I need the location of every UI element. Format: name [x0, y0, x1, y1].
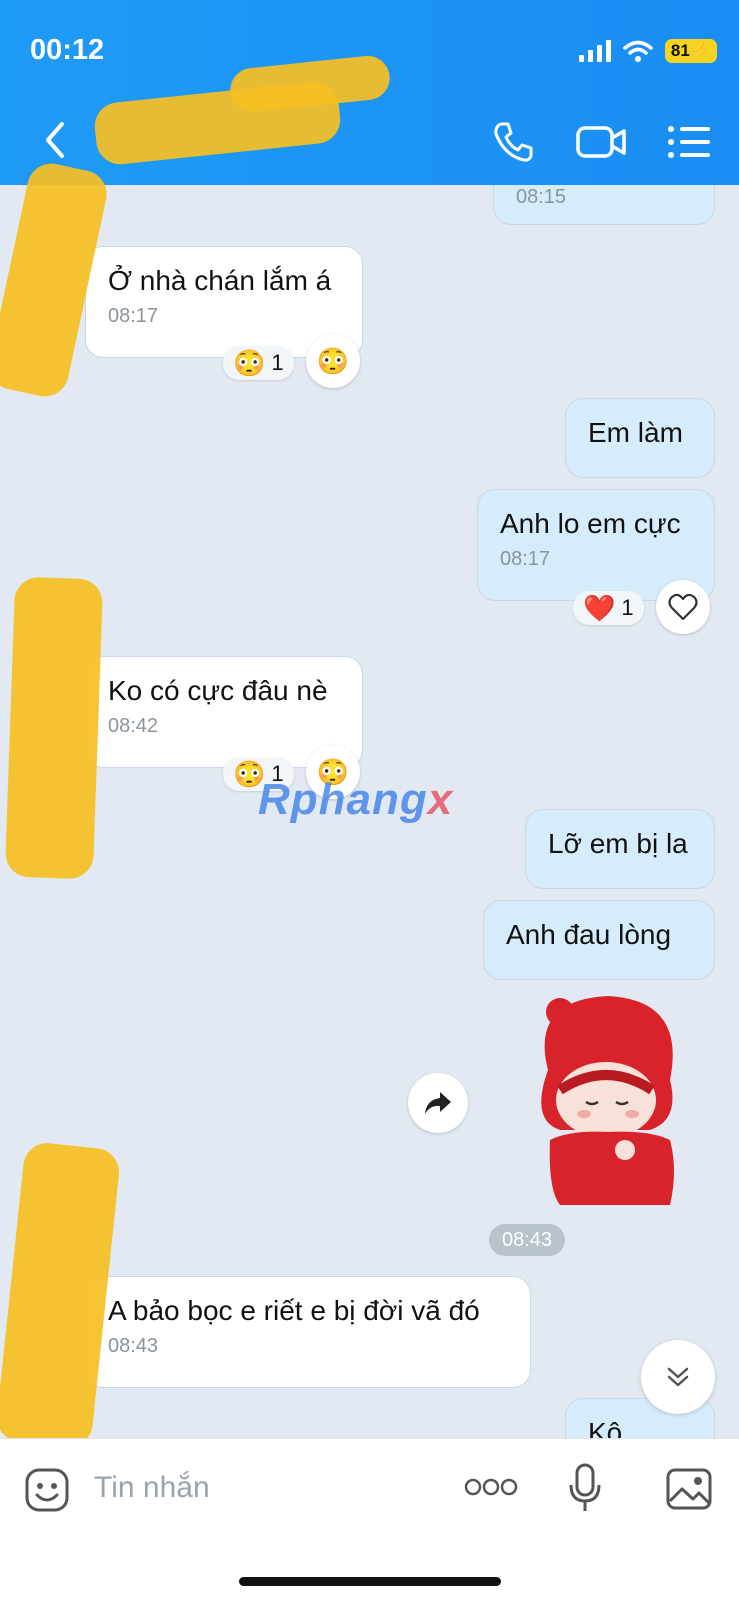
more-icon[interactable]	[464, 1477, 518, 1497]
share-button[interactable]	[408, 1073, 468, 1133]
message-text: Anh đau lòng	[506, 919, 672, 950]
message-text: Kô	[588, 1417, 623, 1438]
watermark-logo: Rphangx	[258, 775, 453, 825]
message-text: Lỡ em bị la	[548, 828, 688, 859]
phone-icon[interactable]	[491, 120, 535, 164]
reaction-summary[interactable]: ❤️ 1	[573, 591, 644, 625]
message-bubble-partial[interactable]: 08:15	[493, 185, 715, 225]
reaction-summary[interactable]: 😳 1	[223, 346, 294, 380]
microphone-icon[interactable]	[568, 1463, 602, 1513]
message-time: 08:15	[516, 186, 567, 208]
back-icon	[46, 122, 64, 158]
message-text: A bảo bọc e riết e bị đời vã đó	[108, 1295, 480, 1326]
reaction-count: 1	[271, 350, 284, 375]
battery-badge: 81⚡	[664, 39, 717, 63]
menu-list-icon[interactable]	[667, 124, 711, 160]
message-composer: Tin nhắn	[0, 1438, 739, 1601]
hooded-girl-sticker-icon	[541, 996, 674, 1205]
status-icons: 81⚡	[567, 38, 717, 64]
header-actions	[491, 120, 711, 164]
message-bubble-outgoing[interactable]: Em làm	[565, 398, 715, 478]
message-bubble-outgoing[interactable]: Anh đau lòng	[483, 900, 715, 980]
sticker-time-badge: 08:43	[489, 1224, 565, 1256]
message-bubble-outgoing[interactable]: Lỡ em bị la	[525, 809, 715, 889]
image-icon[interactable]	[665, 1467, 713, 1511]
scroll-to-bottom-button[interactable]	[641, 1340, 715, 1414]
react-button[interactable]: 😳	[306, 334, 360, 388]
message-text: Ko có cực đâu nè	[108, 675, 328, 706]
redaction-mark	[4, 576, 104, 880]
signal-icon	[578, 40, 611, 62]
message-time: 08:43	[108, 1335, 159, 1357]
video-call-icon[interactable]	[575, 122, 627, 162]
heart-emoji-icon: ❤️	[583, 593, 616, 623]
message-text: Ở nhà chán lắm á	[108, 265, 332, 296]
message-text: Em làm	[588, 417, 683, 448]
wifi-icon	[623, 40, 653, 62]
home-indicator	[239, 1577, 501, 1586]
message-time: 08:42	[108, 715, 159, 737]
status-time: 00:12	[30, 34, 105, 66]
sticker-image[interactable]	[520, 990, 695, 1220]
heart-outline-icon	[668, 593, 698, 621]
scroll-down-icon	[667, 1367, 689, 1387]
message-time: 08:17	[108, 305, 159, 327]
battery-level: 81	[670, 41, 690, 60]
message-time: 08:17	[500, 548, 551, 570]
watermark-tail: x	[427, 775, 454, 824]
message-text: Anh lo em cực	[500, 508, 681, 539]
reaction-count: 1	[621, 595, 634, 620]
share-icon	[425, 1092, 451, 1114]
react-button[interactable]	[656, 580, 710, 634]
sticker-face-icon[interactable]	[24, 1467, 70, 1513]
back-button[interactable]	[42, 120, 66, 165]
message-input[interactable]: Tin nhắn	[94, 1471, 210, 1505]
watermark-main: Rphang	[258, 775, 428, 824]
message-bubble-incoming[interactable]: A bảo bọc e riết e bị đời vã đó 08:43	[85, 1276, 531, 1388]
surprised-emoji-icon: 😳	[233, 348, 266, 378]
surprised-emoji-icon: 😳	[316, 346, 350, 376]
